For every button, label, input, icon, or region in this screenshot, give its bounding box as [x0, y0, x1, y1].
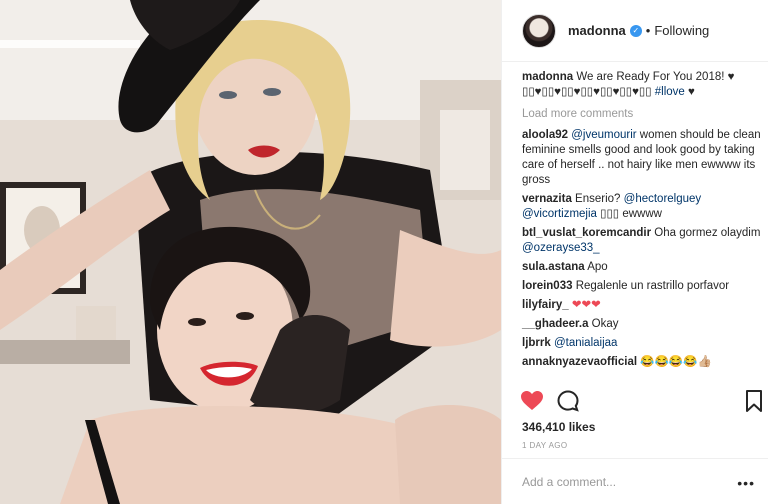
comment-username[interactable]: lorein033 — [522, 280, 573, 292]
more-options-icon[interactable]: ••• — [737, 475, 755, 491]
comment-username[interactable]: aloola92 — [522, 129, 568, 141]
post-header: madonna ✓ • Following — [502, 0, 768, 62]
comment-text: 😂😂😂😂👍🏼 — [637, 356, 712, 368]
avatar[interactable] — [522, 13, 556, 48]
header-username[interactable]: madonna — [568, 23, 626, 38]
verified-badge-icon: ✓ — [629, 24, 642, 37]
comment-username[interactable]: btl_vuslat_koremcandir — [522, 227, 651, 239]
comment-username[interactable]: sula.astana — [522, 261, 585, 273]
photo-illustration — [0, 0, 501, 504]
comment-mention[interactable]: @tanialaijaa — [554, 337, 617, 349]
header-separator: • — [645, 23, 651, 38]
heart-icon[interactable] — [520, 389, 544, 413]
comment-icon[interactable] — [556, 389, 580, 413]
comment-text: ▯▯▯ ewwww — [596, 208, 662, 220]
post-timestamp[interactable]: 1 DAY AGO — [522, 441, 568, 450]
caption-hashtag[interactable]: #llove — [655, 86, 685, 98]
post-caption: madonna We are Ready For You 2018! ♥ ▯▯♥… — [522, 70, 762, 100]
comment-item: lorein033 Regalenle un rastrillo porfavo… — [522, 279, 762, 294]
comment-item: annaknyazevaofficial 😂😂😂😂👍🏼 — [522, 355, 762, 370]
comment-item: lilyfairy_ ❤❤❤ — [522, 298, 762, 313]
comment-item: __ghadeer.a Okay — [522, 317, 762, 332]
bookmark-icon[interactable] — [742, 389, 766, 413]
post-photo[interactable] — [0, 0, 501, 504]
comment-mention[interactable]: @ozerayse33_ — [522, 242, 600, 254]
comment-text: ❤❤❤ — [568, 299, 601, 311]
comment-username[interactable]: __ghadeer.a — [522, 318, 588, 330]
comment-username[interactable]: lilyfairy_ — [522, 299, 569, 311]
comment-item: ljbrrk @tanialaijaa — [522, 336, 762, 351]
comment-item: sula.astana Apo — [522, 260, 762, 275]
add-comment-bar: ••• — [502, 458, 768, 504]
comments-list: madonna We are Ready For You 2018! ♥ ▯▯♥… — [522, 70, 762, 374]
comment-mention[interactable]: @vicortizmejia — [522, 208, 597, 220]
load-more-comments-link[interactable]: Load more comments — [522, 107, 762, 122]
comment-item: aloola92 @jveumourir women should be cle… — [522, 128, 762, 188]
caption-tail: ♥ — [684, 86, 695, 98]
caption-username[interactable]: madonna — [522, 71, 573, 83]
comment-mention[interactable]: @hectorelguey — [624, 193, 702, 205]
comment-username[interactable]: vernazita — [522, 193, 572, 205]
post-side-panel: madonna ✓ • Following madonna We are Rea… — [501, 0, 768, 504]
comment-username[interactable]: annaknyazevaofficial — [522, 356, 637, 368]
comment-text: Regalenle un rastrillo porfavor — [572, 280, 730, 292]
post-actions-bar — [502, 381, 768, 423]
comment-text: Apo — [584, 261, 608, 273]
comment-item: vernazita Enserio? @hectorelguey @vicort… — [522, 192, 762, 222]
comment-text: Oha gormez olaydim — [651, 227, 761, 239]
following-button[interactable]: Following — [654, 23, 709, 38]
likes-count[interactable]: 346,410 likes — [522, 420, 595, 434]
comment-text: Enserio? — [571, 193, 624, 205]
comment-text: Okay — [588, 318, 619, 330]
comment-item: btl_vuslat_koremcandir Oha gormez olaydi… — [522, 226, 762, 256]
comment-username[interactable]: ljbrrk — [522, 337, 551, 349]
comment-mention[interactable]: @jveumourir — [571, 129, 636, 141]
add-comment-input[interactable] — [522, 474, 722, 489]
